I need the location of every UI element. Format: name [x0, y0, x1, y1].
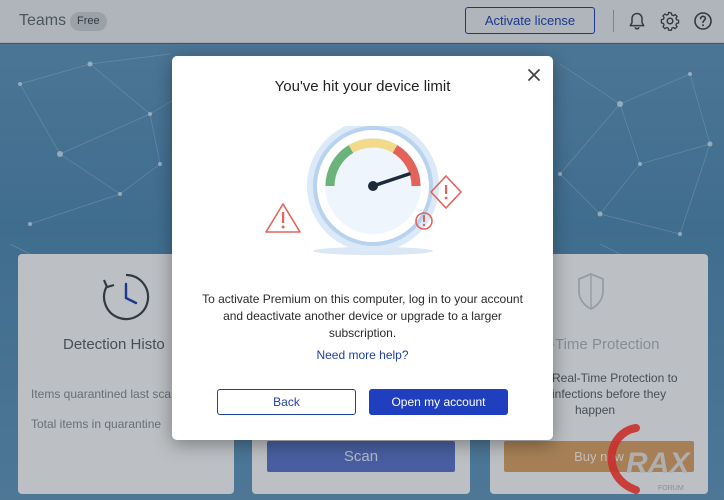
device-limit-dialog: You've hit your device limit To activate… — [172, 56, 553, 440]
dialog-message: To activate Premium on this computer, lo… — [202, 292, 523, 340]
svg-text:RAX: RAX — [626, 447, 691, 480]
back-button[interactable]: Back — [217, 389, 356, 415]
crax-watermark-logo: RAX FORUM — [596, 418, 720, 500]
close-icon[interactable] — [525, 66, 543, 84]
need-more-help-link[interactable]: Need more help? — [172, 348, 553, 362]
svg-text:FORUM: FORUM — [658, 485, 684, 492]
open-my-account-button[interactable]: Open my account — [369, 389, 508, 415]
dialog-title: You've hit your device limit — [274, 78, 451, 95]
speedometer-illustration — [256, 120, 476, 266]
